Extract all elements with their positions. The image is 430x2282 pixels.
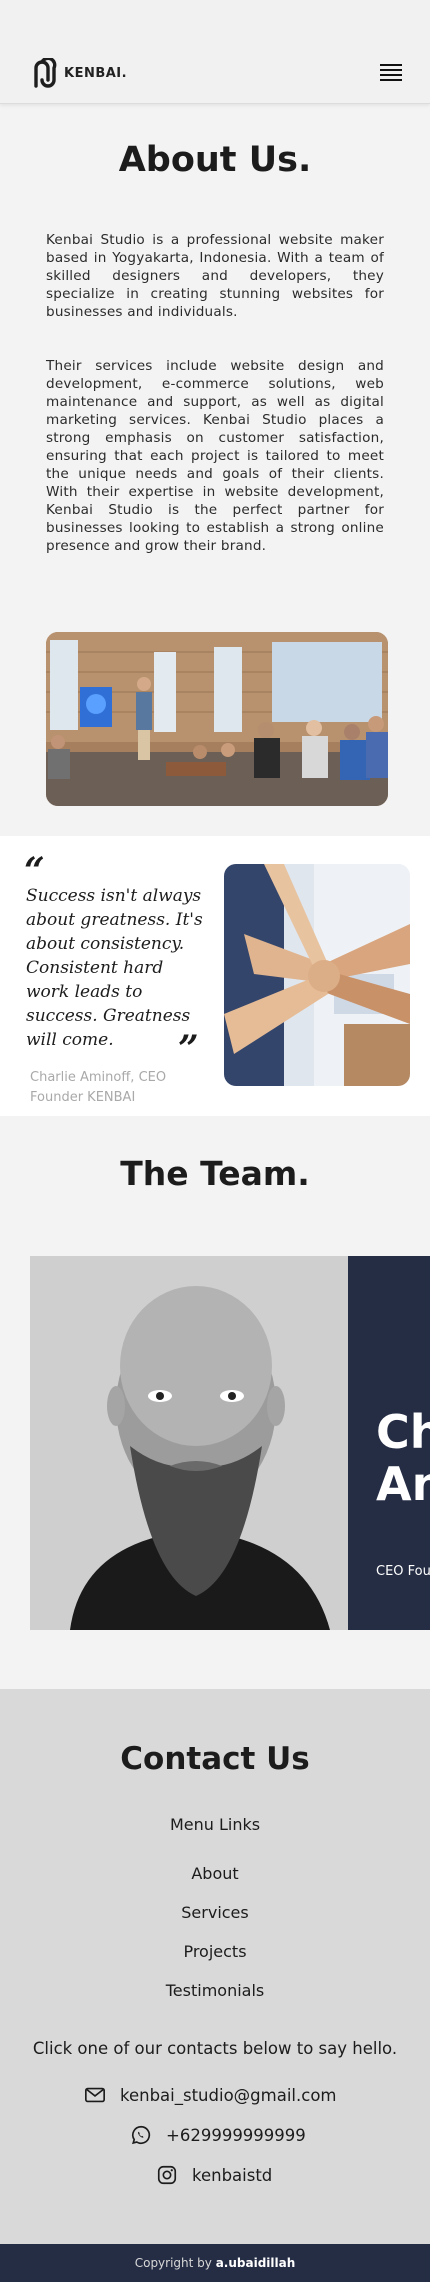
team-title: The Team.: [120, 1154, 310, 1193]
copyright-author[interactable]: a.ubaidillah: [216, 2256, 296, 2270]
quote-section: “ Success isn't always about greatness. …: [0, 836, 430, 1116]
team-member-info: Ch An CEO Fou: [348, 1256, 430, 1630]
quote-author-name: Charlie Aminoff, CEO: [30, 1070, 167, 1085]
close-quote-mark: ”: [178, 1028, 199, 1070]
team-member-name: Ch An: [376, 1405, 430, 1511]
menu-link-about[interactable]: About: [0, 1864, 430, 1883]
team-member-card: Ch An CEO Fou: [30, 1256, 430, 1630]
instagram-text: kenbaistd: [192, 2165, 273, 2185]
contact-section: Contact Us Menu Links About Services Pro…: [0, 1689, 430, 2244]
instagram-icon: [157, 2165, 177, 2185]
mail-icon: [85, 2087, 105, 2103]
contact-title: Contact Us: [120, 1741, 310, 1777]
team-member-role: CEO Fou: [376, 1564, 430, 1579]
kenbai-logo-icon: [34, 58, 57, 88]
team-hands-photo: [224, 864, 410, 1086]
team-member-portrait: [30, 1256, 348, 1630]
about-paragraph-2: Their services include website design an…: [46, 358, 384, 554]
quote-author-company: Founder KENBAI: [30, 1090, 136, 1105]
quote-author: Charlie Aminoff, CEO Founder KENBAI: [30, 1068, 166, 1108]
instagram-contact[interactable]: kenbaistd: [156, 2164, 272, 2186]
menu-links-title: Menu Links: [169, 1815, 261, 1834]
contact-prompt: Click one of our contacts below to say h…: [32, 2039, 398, 2058]
menu-link-services[interactable]: Services: [0, 1903, 430, 1922]
whatsapp-icon: [132, 2125, 151, 2145]
hamburger-menu-icon[interactable]: [380, 64, 402, 82]
about-title: About Us.: [118, 140, 312, 180]
menu-link-testimonials[interactable]: Testimonials: [0, 1981, 430, 2000]
phone-text: +629999999999: [166, 2125, 306, 2145]
copyright-prefix: Copyright by: [134, 2256, 216, 2270]
whatsapp-contact[interactable]: +629999999999: [130, 2124, 306, 2146]
office-meeting-photo: [46, 632, 388, 806]
logo-text: KENBAI.: [64, 65, 128, 81]
site-footer: Copyright by a.ubaidillah: [0, 2244, 430, 2282]
menu-link-projects[interactable]: Projects: [0, 1942, 430, 1961]
quote-text: Success isn't always about greatness. It…: [26, 886, 203, 1050]
logo[interactable]: KENBAI.: [32, 58, 127, 88]
email-contact[interactable]: kenbai_studio@gmail.com: [84, 2084, 336, 2106]
site-header: KENBAI.: [0, 0, 430, 104]
email-text: kenbai_studio@gmail.com: [120, 2085, 337, 2105]
about-paragraph-1: Kenbai Studio is a professional website …: [46, 232, 384, 320]
